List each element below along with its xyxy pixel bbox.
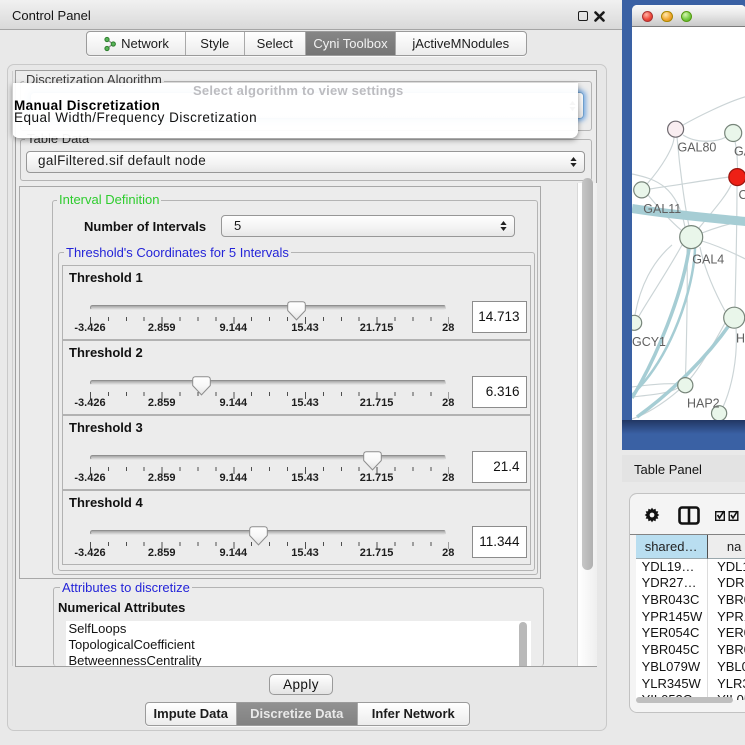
svg-text:GA: GA xyxy=(733,144,745,158)
svg-text:GCY1: GCY1 xyxy=(632,334,666,348)
svg-text:HAP2: HAP2 xyxy=(687,396,720,410)
svg-text:CR: CR xyxy=(738,187,745,201)
svg-text:GAL80: GAL80 xyxy=(677,140,716,154)
svg-text:H: H xyxy=(735,331,744,345)
svg-text:GAL11: GAL11 xyxy=(643,201,681,215)
svg-text:GAL4: GAL4 xyxy=(692,252,724,266)
